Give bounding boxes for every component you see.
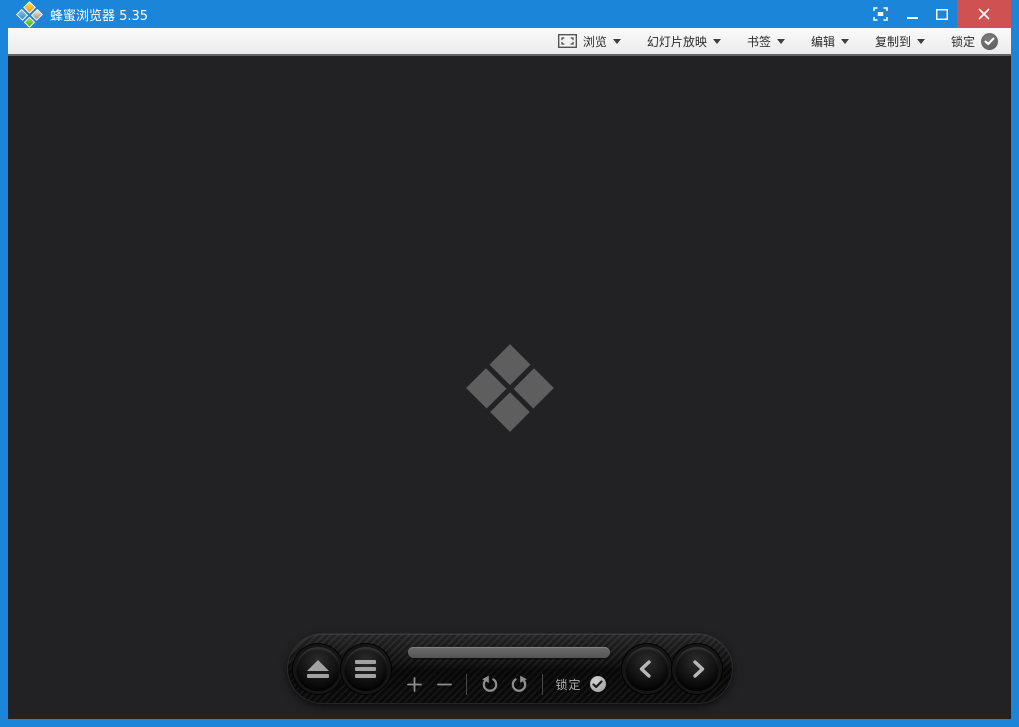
menu-bookmarks-label: 书签 (747, 33, 771, 50)
chevron-down-icon (777, 39, 785, 48)
chevron-down-icon (713, 39, 721, 48)
fit-view-icon (558, 34, 577, 48)
menu-edit[interactable]: 编辑 (811, 33, 849, 50)
menu-edit-label: 编辑 (811, 33, 835, 50)
menu-bookmarks[interactable]: 书签 (747, 33, 785, 50)
rotate-left-icon (480, 674, 500, 694)
lock-label: 锁定 (556, 676, 582, 693)
eject-icon (307, 660, 329, 678)
image-viewer-canvas: 锁定 (8, 56, 1011, 719)
previous-button[interactable] (625, 647, 669, 691)
rotate-left-button[interactable] (480, 674, 500, 694)
minimize-icon (907, 17, 918, 19)
chevron-left-icon (635, 657, 659, 681)
hamburger-icon (355, 660, 376, 678)
menu-lock-label: 锁定 (951, 33, 975, 50)
menu-copy-to-label: 复制到 (875, 33, 911, 50)
app-logo-icon (14, 1, 44, 30)
zoom-in-button[interactable] (406, 676, 423, 693)
chevron-down-icon (917, 39, 925, 48)
menu-browse[interactable]: 浏览 (558, 33, 621, 50)
adjustment-row: 锁定 (406, 671, 606, 697)
menu-button[interactable] (344, 647, 388, 691)
fullscreen-button[interactable] (863, 0, 897, 28)
check-icon (592, 680, 603, 689)
maximize-button[interactable] (927, 0, 957, 28)
menu-browse-label: 浏览 (583, 33, 607, 50)
divider (542, 674, 543, 695)
image-position-slider[interactable] (408, 647, 610, 658)
window-title: 蜂蜜浏览器 5.35 (50, 5, 148, 24)
plus-icon (406, 676, 423, 693)
menu-lock[interactable]: 锁定 (951, 33, 998, 50)
titlebar: 蜂蜜浏览器 5.35 (0, 0, 1019, 28)
menu-copy-to[interactable]: 复制到 (875, 33, 925, 50)
close-icon (978, 8, 990, 20)
chevron-right-icon (685, 657, 709, 681)
chevron-down-icon (841, 39, 849, 48)
window-controls (863, 0, 1019, 28)
minimize-button[interactable] (897, 0, 927, 28)
menu-slideshow-label: 幻灯片放映 (647, 33, 707, 50)
maximize-icon (936, 9, 948, 20)
eject-button[interactable] (296, 647, 340, 691)
rotate-right-button[interactable] (509, 674, 529, 694)
floating-control-bar: 锁定 (288, 634, 732, 703)
minus-icon (436, 676, 453, 693)
four-diamonds-logo (466, 344, 554, 432)
close-button[interactable] (957, 0, 1011, 28)
zoom-out-button[interactable] (436, 676, 453, 693)
lock-toggle[interactable] (590, 676, 606, 692)
rotate-right-icon (509, 674, 529, 694)
check-badge-icon (981, 33, 998, 50)
chevron-down-icon (613, 39, 621, 48)
next-button[interactable] (675, 647, 719, 691)
fullscreen-icon (873, 7, 888, 21)
app-window: { "window": { "title": "蜂蜜浏览器 5.35", "co… (0, 0, 1019, 727)
toolbar: 浏览 幻灯片放映 书签 编辑 复制到 锁定 (8, 28, 1011, 56)
menu-slideshow[interactable]: 幻灯片放映 (647, 33, 721, 50)
divider (466, 674, 467, 695)
